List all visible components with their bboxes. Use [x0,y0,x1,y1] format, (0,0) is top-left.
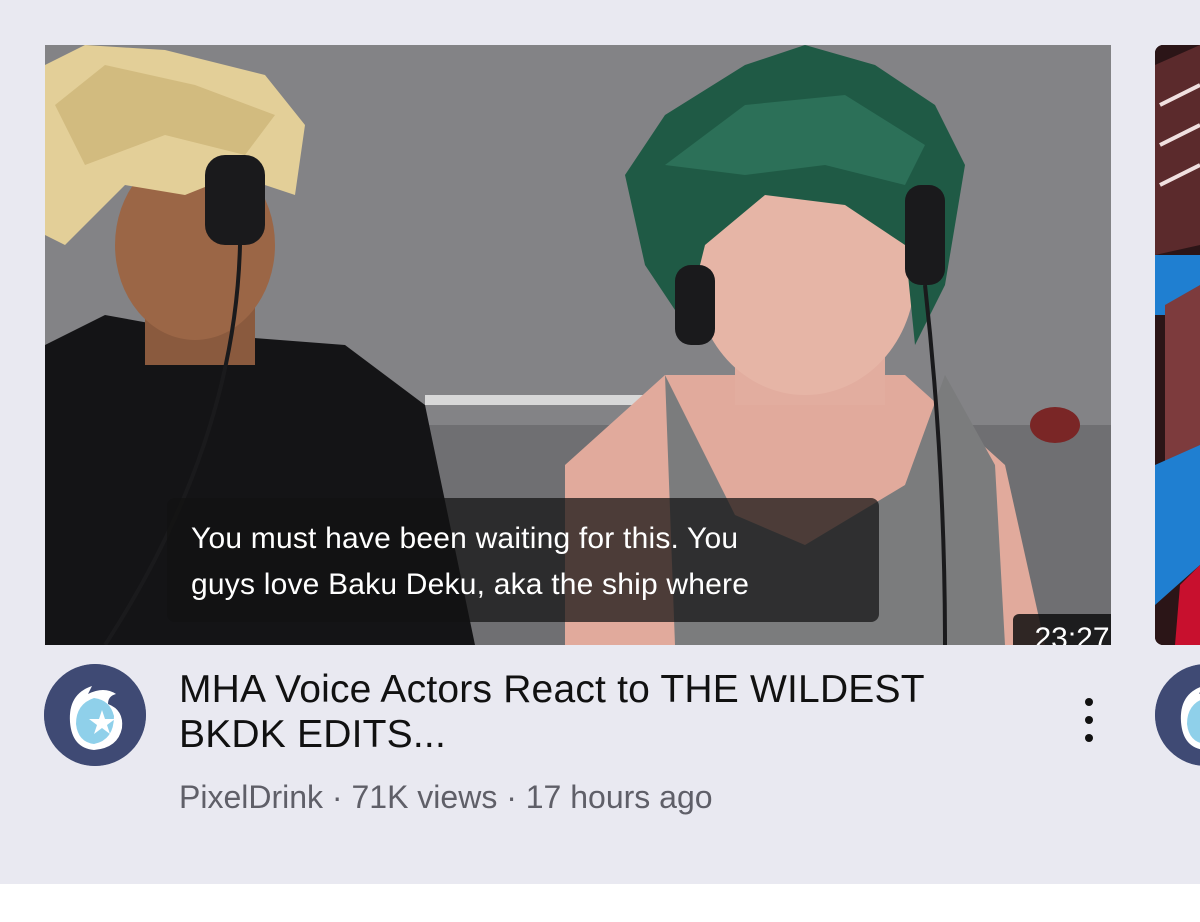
video-thumbnail[interactable]: You must have been waiting for this. You… [45,45,1111,645]
meta-separator: · [331,779,343,815]
video-metadata: PixelDrink · 71K views · 17 hours ago [179,775,713,819]
next-channel-avatar-icon [1155,664,1200,766]
next-thumbnail-image [1155,45,1200,645]
next-video-thumbnail[interactable] [1155,45,1200,645]
more-vert-icon [1085,698,1093,706]
meta-separator: · [506,779,517,815]
caption-line-2: guys love Baku Deku, aka the ship where [191,568,750,601]
channel-name[interactable]: PixelDrink [179,779,323,815]
upload-age: 17 hours ago [525,779,713,815]
channel-avatar[interactable] [44,664,146,766]
view-count: 71K views [351,779,498,815]
duration-badge: 23:27 [1013,614,1111,645]
feed-divider [0,884,1200,922]
more-options-button[interactable] [1072,698,1106,742]
channel-avatar-icon [44,664,146,766]
next-channel-avatar[interactable] [1155,664,1200,766]
more-vert-icon [1085,716,1093,724]
closed-caption: You must have been waiting for this. You… [167,498,879,622]
caption-line-1: You must have been waiting for this. You [191,522,739,555]
video-title[interactable]: MHA Voice Actors React to THE WILDEST BK… [179,667,1039,757]
more-vert-icon [1085,734,1093,742]
